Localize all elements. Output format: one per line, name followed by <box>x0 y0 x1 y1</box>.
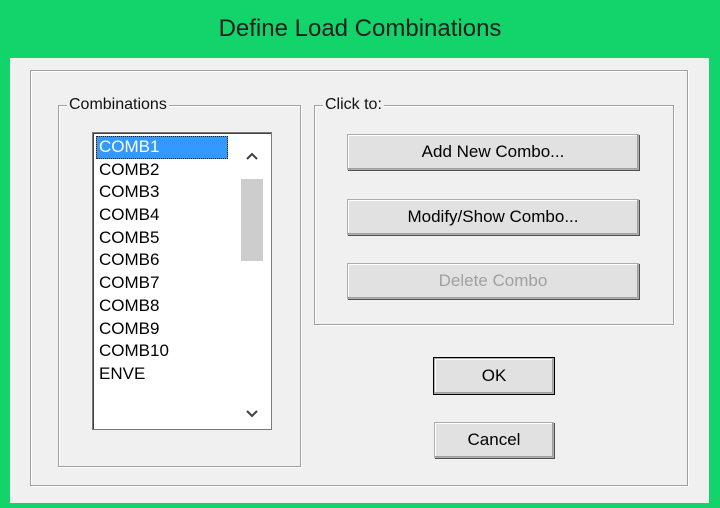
list-item-comb7[interactable]: COMB7 <box>96 272 228 295</box>
add-new-combo-label: Add New Combo... <box>421 142 565 161</box>
window-title: Define Load Combinations <box>218 15 502 42</box>
cancel-label: Cancel <box>467 430 521 449</box>
chevron-up-icon[interactable] <box>235 143 269 169</box>
ok-label: OK <box>481 366 507 385</box>
dialog-client-area: Combinations COMB1 COMB2 COMB3 COMB4 COM… <box>10 58 709 503</box>
list-item-comb6[interactable]: COMB6 <box>96 249 228 272</box>
list-item-comb4[interactable]: COMB4 <box>96 204 228 227</box>
combinations-listbox[interactable]: COMB1 COMB2 COMB3 COMB4 COMB5 COMB6 COMB… <box>92 132 272 430</box>
modify-show-combo-label: Modify/Show Combo... <box>407 207 579 226</box>
modify-show-combo-button[interactable]: Modify/Show Combo... <box>347 199 639 235</box>
delete-combo-button[interactable]: Delete Combo <box>347 263 639 299</box>
list-item-comb2[interactable]: COMB2 <box>96 159 228 182</box>
click-to-group-label: Click to: <box>323 95 384 115</box>
scroll-thumb[interactable] <box>241 179 263 261</box>
dialog-window: Define Load Combinations Combinations CO… <box>0 0 720 508</box>
cancel-button[interactable]: Cancel <box>434 422 554 458</box>
list-scrollbar[interactable] <box>235 135 269 427</box>
combinations-group-label: Combinations <box>67 95 169 115</box>
combinations-list: COMB1 COMB2 COMB3 COMB4 COMB5 COMB6 COMB… <box>96 136 228 386</box>
list-item-comb9[interactable]: COMB9 <box>96 318 228 341</box>
list-item-comb10[interactable]: COMB10 <box>96 340 228 363</box>
list-item-comb3[interactable]: COMB3 <box>96 181 228 204</box>
list-item-comb1[interactable]: COMB1 <box>96 136 228 159</box>
delete-combo-label: Delete Combo <box>438 271 548 290</box>
list-item-comb8[interactable]: COMB8 <box>96 295 228 318</box>
ok-button[interactable]: OK <box>433 357 555 395</box>
list-item-enve[interactable]: ENVE <box>96 363 228 386</box>
title-bar[interactable]: Define Load Combinations <box>0 0 720 58</box>
add-new-combo-button[interactable]: Add New Combo... <box>347 134 639 170</box>
chevron-down-icon[interactable] <box>235 401 269 427</box>
list-item-comb5[interactable]: COMB5 <box>96 227 228 250</box>
